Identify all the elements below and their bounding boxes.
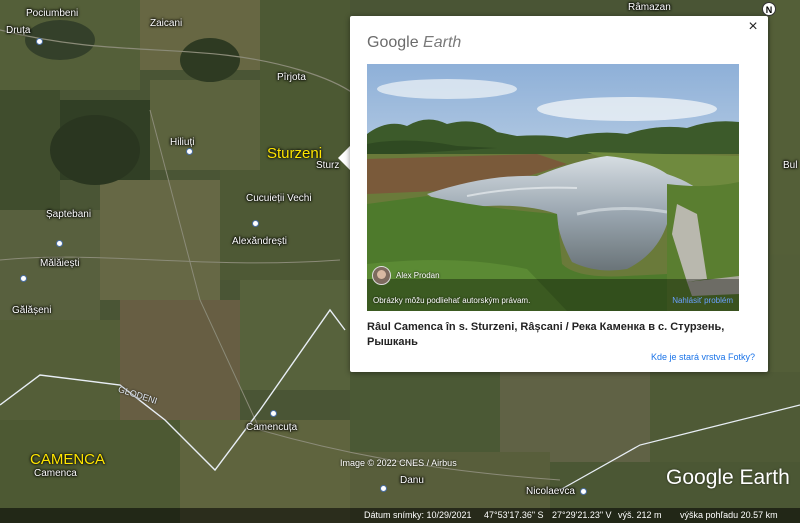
settlement-marker[interactable] bbox=[36, 38, 43, 45]
camenca-highlight-label[interactable]: CAMENCA bbox=[30, 451, 105, 468]
avatar[interactable] bbox=[372, 266, 391, 285]
settlement-marker[interactable] bbox=[186, 148, 193, 155]
compass-icon[interactable]: N bbox=[762, 2, 776, 16]
sturzeni-highlight-label[interactable]: Sturzeni bbox=[267, 145, 322, 162]
place-label: Mălăiești bbox=[40, 258, 80, 269]
place-label: Nicolaevca bbox=[526, 486, 575, 497]
report-problem-link[interactable]: Nahlásiť problém bbox=[672, 296, 733, 305]
settlement-marker[interactable] bbox=[56, 240, 63, 247]
place-label: Camencuța bbox=[246, 422, 298, 433]
image-credit: Image © 2022 CNES / Airbus bbox=[340, 458, 457, 468]
logo-earth-text: Earth bbox=[423, 34, 462, 51]
latitude-readout: 47°53'17.36" S bbox=[484, 510, 544, 520]
photo-info-popup: × Google Earth Alex Prodan Obrázky môžu … bbox=[350, 16, 768, 372]
copyright-notice: Obrázky môžu podliehať autorským právam. bbox=[373, 296, 531, 305]
place-label: Pociumbeni bbox=[26, 8, 79, 19]
settlement-marker[interactable] bbox=[252, 220, 259, 227]
place-label: Bul bbox=[783, 160, 798, 171]
photo-author[interactable]: Alex Prodan bbox=[372, 266, 440, 285]
photo-caption: Râul Camenca în s. Sturzeni, Râșcani / Р… bbox=[367, 321, 725, 348]
settlement-marker[interactable] bbox=[580, 488, 587, 495]
place-label: Gălășeni bbox=[12, 305, 52, 316]
place-label: Șaptebani bbox=[46, 209, 92, 220]
status-bar: Dátum snímky: 10/29/2021 47°53'17.36" S … bbox=[0, 508, 800, 523]
settlement-marker[interactable] bbox=[380, 485, 387, 492]
place-label: Râmazan bbox=[628, 2, 671, 13]
close-icon[interactable]: × bbox=[744, 18, 762, 36]
google-earth-watermark: Google Earth bbox=[666, 466, 790, 489]
place-label: Hiliuți bbox=[170, 137, 195, 148]
river-photo[interactable]: Alex Prodan Obrázky môžu podliehať autor… bbox=[367, 64, 739, 311]
imagery-date: Dátum snímky: 10/29/2021 bbox=[364, 510, 472, 520]
place-label: Cucuieții Vechi bbox=[246, 193, 312, 204]
place-label: Danu bbox=[400, 475, 424, 486]
google-earth-logo: Google Earth bbox=[367, 34, 461, 52]
place-label: Camenca bbox=[34, 468, 77, 479]
author-name[interactable]: Alex Prodan bbox=[396, 271, 440, 280]
eye-altitude-readout: výška pohľadu 20.57 km bbox=[680, 510, 778, 520]
place-label: Pîrjota bbox=[277, 72, 306, 83]
old-photos-layer-link[interactable]: Kde je stará vrstva Fotky? bbox=[651, 352, 755, 362]
settlement-marker[interactable] bbox=[20, 275, 27, 282]
settlement-marker[interactable] bbox=[270, 410, 277, 417]
longitude-readout: 27°29'21.23" V bbox=[552, 510, 612, 520]
place-label: Druța bbox=[6, 25, 31, 36]
place-label: Zaicani bbox=[150, 18, 183, 29]
logo-google-text: Google bbox=[367, 34, 419, 51]
elevation-readout: výš. 212 m bbox=[618, 510, 662, 520]
place-label: Alexăndrești bbox=[232, 236, 288, 247]
